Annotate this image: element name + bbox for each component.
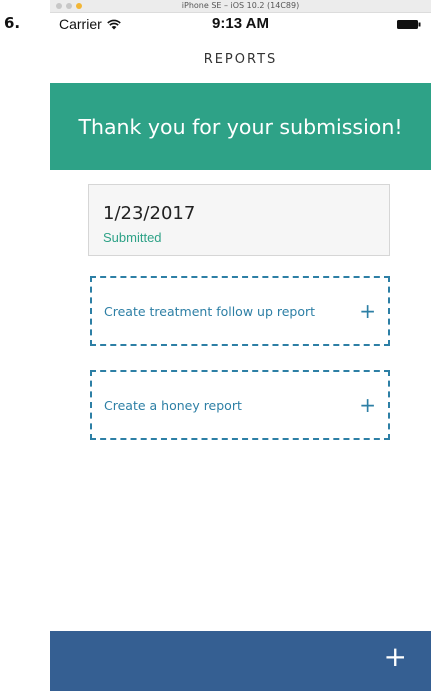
- bottom-action-bar: +: [50, 631, 431, 691]
- banner-message: Thank you for your submission!: [78, 114, 403, 139]
- status-time: 9:13 AM: [212, 15, 269, 32]
- report-date: 1/23/2017: [103, 203, 196, 224]
- simulator-title-bar: iPhone SE – iOS 10.2 (14C89): [50, 0, 431, 13]
- submission-banner: Thank you for your submission!: [50, 83, 431, 170]
- simulator-window: iPhone SE – iOS 10.2 (14C89) Carrier 9:1…: [50, 0, 431, 691]
- report-card[interactable]: 1/23/2017 Submitted: [88, 184, 390, 256]
- status-bar: Carrier 9:13 AM: [50, 13, 431, 35]
- create-treatment-follow-up-label: Create treatment follow up report: [104, 303, 316, 319]
- create-honey-report-button[interactable]: Create a honey report +: [90, 370, 390, 440]
- navigation-bar: REPORTS: [50, 35, 431, 83]
- step-number-label: 6.: [4, 14, 21, 32]
- create-treatment-follow-up-button[interactable]: Create treatment follow up report +: [90, 276, 390, 346]
- simulator-title: iPhone SE – iOS 10.2 (14C89): [181, 1, 300, 10]
- create-honey-report-label: Create a honey report: [104, 397, 242, 413]
- plus-icon: +: [359, 299, 376, 323]
- page-title: REPORTS: [203, 51, 278, 67]
- plus-icon: +: [359, 393, 376, 417]
- report-status: Submitted: [103, 230, 162, 245]
- reports-content: 1/23/2017 Submitted Create treatment fol…: [50, 170, 431, 633]
- battery-icon: [397, 20, 421, 29]
- add-report-button[interactable]: +: [384, 643, 407, 671]
